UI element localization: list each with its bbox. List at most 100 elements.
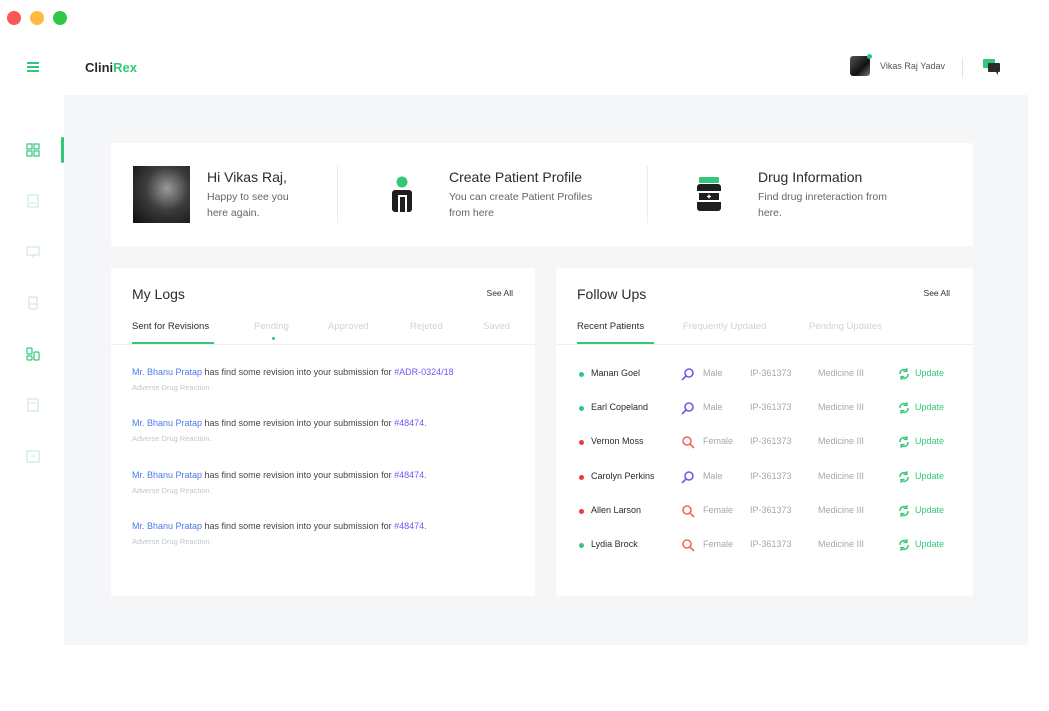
- update-button[interactable]: Update: [915, 539, 944, 549]
- table-row[interactable]: Earl Copeland Male IP-361373 Medicine III Up…: [577, 400, 957, 416]
- patient-name[interactable]: Vernon Moss: [591, 436, 644, 446]
- logs-see-all-link[interactable]: See All: [487, 288, 513, 298]
- top-bar: CliniRex Vikas Raj Yadav: [0, 45, 1035, 95]
- calculator-icon[interactable]: [26, 398, 40, 412]
- table-row[interactable]: Vernon Moss Female IP-361373 Medicine III Up…: [577, 434, 957, 450]
- patient-name[interactable]: Lydia Brock: [591, 539, 638, 549]
- refresh-icon: [898, 539, 910, 553]
- followups-tabs: Recent Patients Frequently Updated Pendi…: [577, 321, 952, 346]
- patient-name[interactable]: Carolyn Perkins: [591, 471, 655, 481]
- maximize-window-button[interactable]: [53, 11, 67, 25]
- drug-info-line-2: here.: [758, 207, 782, 219]
- log-item[interactable]: Mr. Bhanu Pratap has find some revision …: [132, 367, 522, 392]
- patient-gender: Female: [703, 436, 734, 446]
- create-profile-line-1: You can create Patient Profiles: [449, 191, 593, 203]
- main-content: Hi Vikas Raj, Happy to see you here agai…: [64, 95, 1028, 645]
- follow-ups-title: Follow Ups: [577, 286, 647, 302]
- tab-pending[interactable]: Pending: [254, 321, 289, 332]
- calendar-icon[interactable]: [26, 449, 40, 463]
- greeting-line-1: Happy to see you: [207, 191, 289, 203]
- log-author-link[interactable]: Mr. Bhanu Pratap: [132, 367, 202, 377]
- tab-sent-for-revisions[interactable]: Sent for Revisions: [132, 321, 209, 332]
- user-profile[interactable]: Vikas Raj Yadav: [850, 54, 946, 76]
- log-message: Mr. Bhanu Pratap has find some revision …: [132, 418, 522, 428]
- log-text: has find some revision into your submiss…: [202, 470, 395, 480]
- table-row[interactable]: Lydia Brock Female IP-361373 Medicine III Up…: [577, 537, 957, 553]
- divider: [337, 166, 338, 223]
- welcome-card: Hi Vikas Raj, Happy to see you here agai…: [111, 143, 973, 246]
- update-button[interactable]: Update: [915, 505, 944, 515]
- close-window-button[interactable]: [7, 11, 21, 25]
- divider: [111, 344, 535, 345]
- log-reference-link[interactable]: #ADR-0324/18: [394, 367, 454, 377]
- drug-info-description: Find drug inreteraction from here.: [758, 189, 887, 221]
- monitor-icon[interactable]: [26, 245, 40, 259]
- log-text: has find some revision into your submiss…: [202, 418, 395, 428]
- tab-rejeted[interactable]: Rejeted: [410, 321, 443, 332]
- patient-id: IP-361373: [750, 539, 792, 549]
- table-row[interactable]: Manan Goel Male IP-361373 Medicine III Updat…: [577, 366, 957, 382]
- status-dot: [579, 406, 584, 411]
- female-icon: [681, 436, 695, 451]
- my-logs-card: My Logs See All Sent for Revisions Pendi…: [111, 268, 535, 596]
- table-row[interactable]: Carolyn Perkins Male IP-361373 Medicine III…: [577, 469, 957, 485]
- status-dot: [579, 543, 584, 548]
- log-author-link[interactable]: Mr. Bhanu Pratap: [132, 521, 202, 531]
- divider: [556, 344, 973, 345]
- log-author-link[interactable]: Mr. Bhanu Pratap: [132, 418, 202, 428]
- male-icon: [681, 402, 695, 417]
- patient-id: IP-361373: [750, 402, 792, 412]
- patient-gender: Female: [703, 505, 734, 515]
- table-row[interactable]: Allen Larson Female IP-361373 Medicine III U…: [577, 503, 957, 519]
- drug-info-line-1: Find drug inreteraction from: [758, 191, 887, 203]
- printer-icon[interactable]: [26, 296, 40, 310]
- male-icon: [681, 471, 695, 486]
- update-button[interactable]: Update: [915, 368, 944, 378]
- refresh-icon: [898, 402, 910, 416]
- greeting-title: Hi Vikas Raj,: [207, 169, 287, 185]
- update-button[interactable]: Update: [915, 436, 944, 446]
- tab-frequently-updated[interactable]: Frequently Updated: [683, 321, 766, 332]
- user-name: Vikas Raj Yadav: [880, 61, 946, 71]
- log-item[interactable]: Mr. Bhanu Pratap has find some revision …: [132, 521, 522, 546]
- patient-department: Medicine III: [818, 402, 865, 412]
- refresh-icon: [898, 505, 910, 519]
- patient-name[interactable]: Allen Larson: [591, 505, 641, 515]
- dashboard-icon[interactable]: [26, 143, 40, 157]
- log-reference-link[interactable]: #48474.: [394, 418, 427, 428]
- topbar-divider: [962, 58, 963, 78]
- log-item[interactable]: Mr. Bhanu Pratap has find some revision …: [132, 418, 522, 443]
- medicine-bottle-icon: [697, 177, 721, 211]
- tab-pending-updates[interactable]: Pending Updates: [809, 321, 882, 332]
- refresh-icon: [898, 436, 910, 450]
- patient-department: Medicine III: [818, 436, 865, 446]
- male-icon: [681, 368, 695, 383]
- patient-name[interactable]: Earl Copeland: [591, 402, 648, 412]
- tab-recent-patients[interactable]: Recent Patients: [577, 321, 644, 332]
- refresh-icon: [898, 368, 910, 382]
- patient-name[interactable]: Manan Goel: [591, 368, 640, 378]
- create-profile-title: Create Patient Profile: [449, 169, 583, 185]
- log-reference-link[interactable]: #48474.: [394, 470, 427, 480]
- document-icon[interactable]: [26, 194, 40, 208]
- chat-icon[interactable]: [983, 59, 1001, 75]
- followups-see-all-link[interactable]: See All: [924, 288, 950, 298]
- status-dot: [579, 372, 584, 377]
- log-item[interactable]: Mr. Bhanu Pratap has find some revision …: [132, 470, 522, 495]
- log-author-link[interactable]: Mr. Bhanu Pratap: [132, 470, 202, 480]
- tab-approved[interactable]: Approved: [328, 321, 369, 332]
- minimize-window-button[interactable]: [30, 11, 44, 25]
- log-text: has find some revision into your submiss…: [202, 367, 395, 377]
- log-reference-link[interactable]: #48474.: [394, 521, 427, 531]
- app-logo[interactable]: CliniRex: [85, 60, 137, 75]
- medicine-icon[interactable]: [26, 347, 40, 361]
- patient-gender: Male: [703, 471, 723, 481]
- menu-icon[interactable]: [27, 62, 39, 72]
- create-profile-line-2: from here: [449, 207, 494, 219]
- patient-department: Medicine III: [818, 539, 865, 549]
- window-controls: [7, 11, 67, 25]
- tab-saved[interactable]: Saved: [483, 321, 510, 332]
- female-icon: [681, 539, 695, 554]
- update-button[interactable]: Update: [915, 402, 944, 412]
- update-button[interactable]: Update: [915, 471, 944, 481]
